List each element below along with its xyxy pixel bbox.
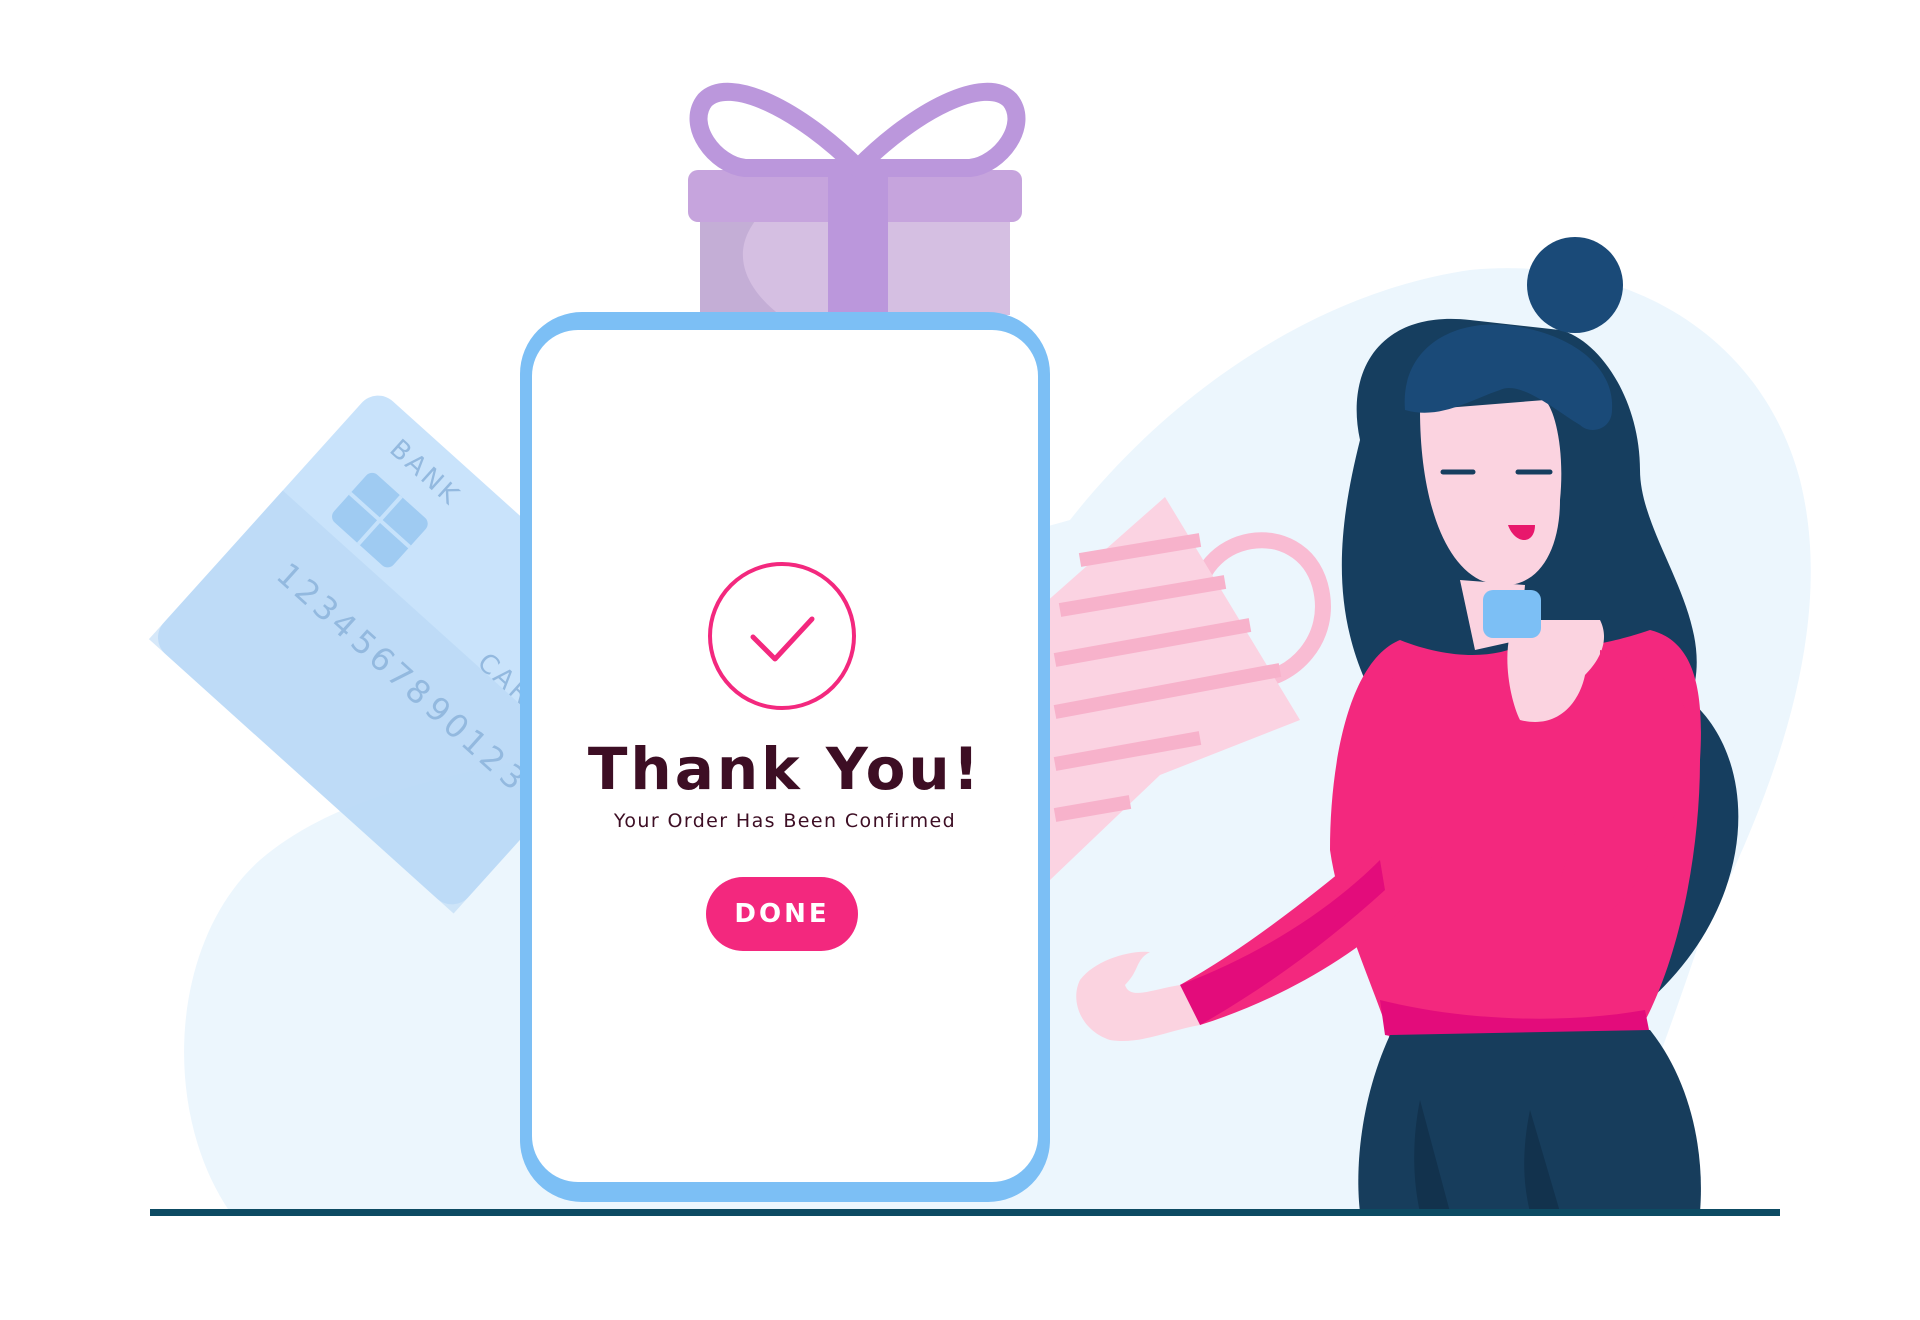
page-title: Thank You!	[587, 735, 983, 803]
hair-bun	[1527, 237, 1623, 333]
held-phone	[1483, 590, 1541, 638]
confirmation-subtitle: Your Order Has Been Confirmed	[613, 810, 957, 832]
done-button[interactable]: DONE	[706, 877, 858, 951]
illustration-stage: BANK 1234 5678 9012 345 CARD	[0, 0, 1920, 1320]
phone-screen: Thank You! Your Order Has Been Confirmed…	[540, 330, 1030, 1180]
check-circle-icon	[707, 561, 857, 711]
gift-box-icon	[688, 82, 1026, 315]
floor-line	[150, 1209, 1780, 1216]
